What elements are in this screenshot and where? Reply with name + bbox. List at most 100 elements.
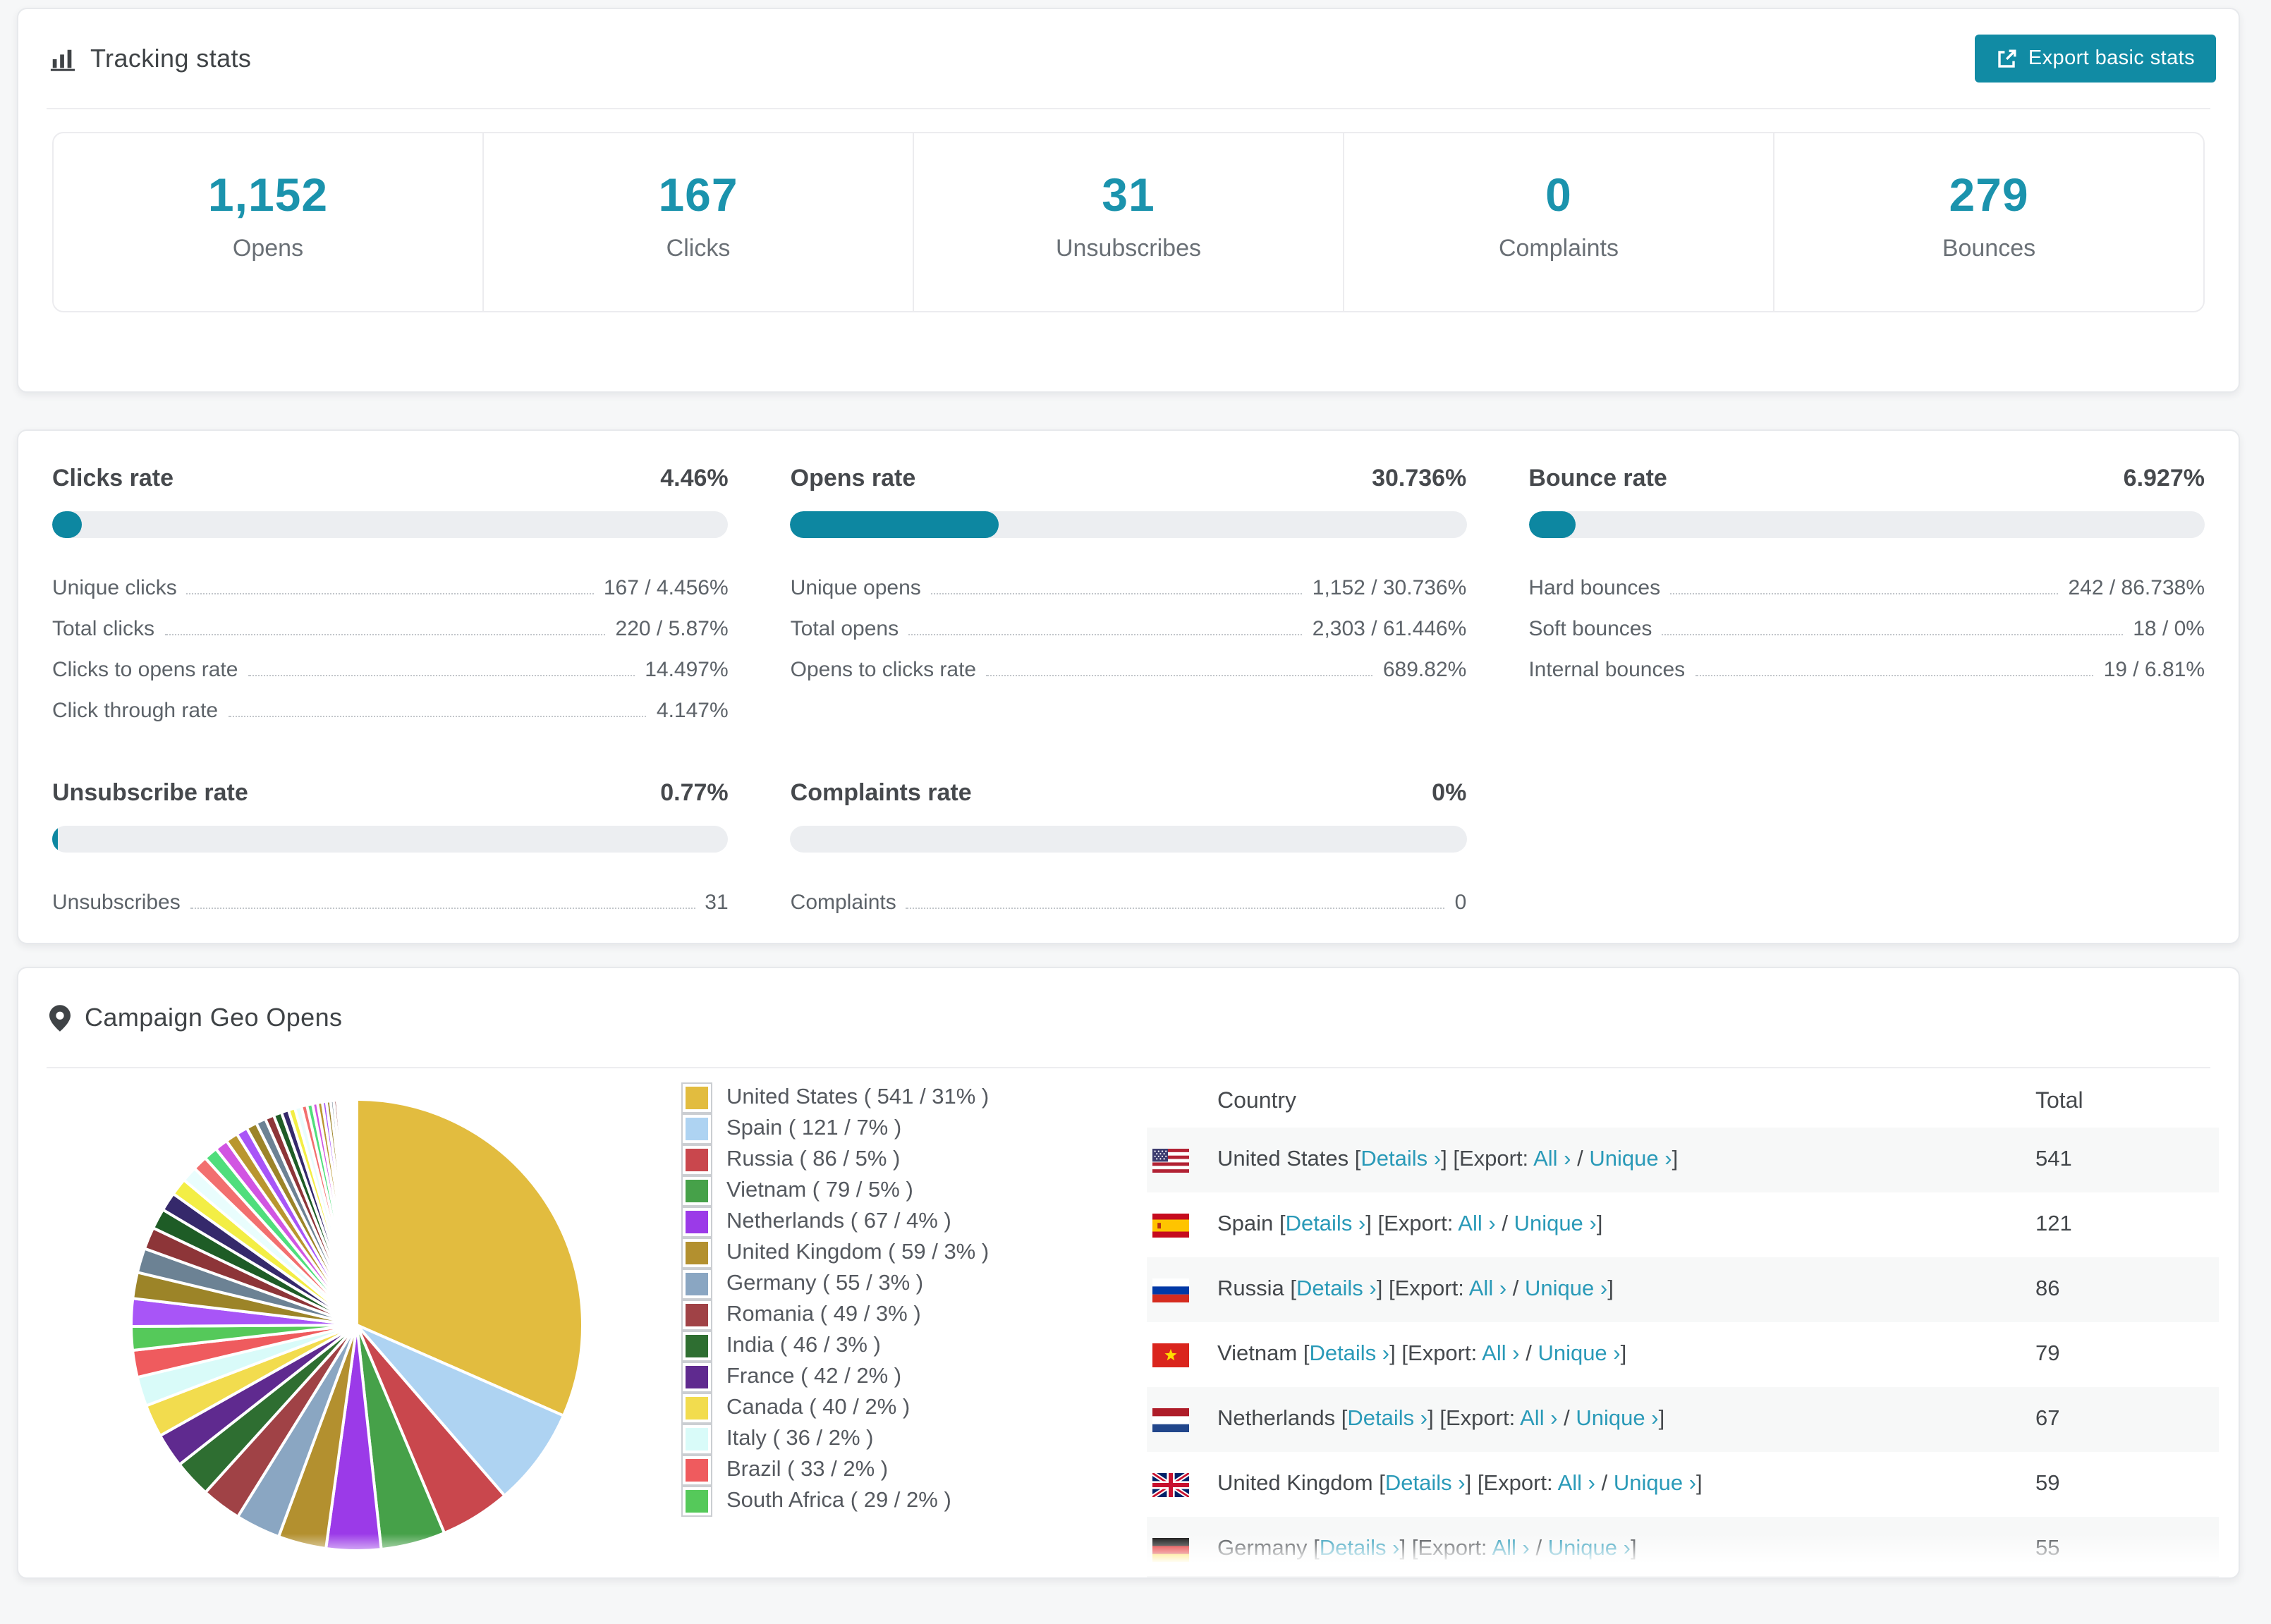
country-name: Netherlands <box>1217 1407 1336 1431</box>
legend-label: Vietnam ( 79 / 5% ) <box>726 1178 913 1202</box>
progress-bar-track <box>790 826 1467 853</box>
rate-row-value: 19 / 6.81% <box>2103 658 2205 682</box>
country-cell: United Kingdom [Details ›] [Export: All … <box>1217 1472 1703 1496</box>
rate-row-value: 2,303 / 61.446% <box>1312 617 1467 641</box>
stat-value: 31 <box>1102 169 1155 221</box>
details-link[interactable]: Details › <box>1347 1407 1427 1431</box>
geo-content: United States ( 541 / 31% ) Spain ( 121 … <box>18 1068 2239 1577</box>
export-all-link[interactable]: All › <box>1469 1277 1506 1301</box>
geo-table: Country Total United States [Details ›] … <box>1147 1077 2219 1577</box>
summary-stat: 0 Complaints <box>1344 133 1774 311</box>
flag-es-icon <box>1152 1213 1189 1237</box>
legend-item[interactable]: India ( 46 / 3% ) <box>681 1331 1065 1362</box>
rate-block-clicks: Clicks rate 4.46% Unique clicks 167 / 4.… <box>52 465 729 723</box>
rate-title: Complaints rate <box>790 779 972 806</box>
legend-label: Canada ( 40 / 2% ) <box>726 1396 911 1420</box>
total-cell: 86 <box>2035 1277 2060 1301</box>
legend-item[interactable]: Canada ( 40 / 2% ) <box>681 1393 1065 1424</box>
dotted-leader <box>248 675 635 676</box>
geo-table-header: Country Total <box>1147 1077 2219 1128</box>
flag-vn-icon <box>1152 1343 1189 1367</box>
export-unique-link[interactable]: Unique › <box>1614 1472 1696 1496</box>
export-unique-link[interactable]: Unique › <box>1589 1147 1672 1171</box>
export-button-label: Export basic stats <box>2028 47 2195 70</box>
rate-title: Clicks rate <box>52 465 173 492</box>
tracking-stats-card: Tracking stats Export basic stats 1,152 … <box>17 8 2240 393</box>
details-link[interactable]: Details › <box>1385 1472 1466 1496</box>
legend-item[interactable]: Vietnam ( 79 / 5% ) <box>681 1176 1065 1207</box>
details-link[interactable]: Details › <box>1360 1147 1441 1171</box>
rate-row: Unsubscribes 31 <box>52 874 729 915</box>
legend-item[interactable]: South Africa ( 29 / 2% ) <box>681 1486 1065 1517</box>
export-unique-link[interactable]: Unique › <box>1548 1537 1631 1561</box>
legend-item[interactable]: Russia ( 86 / 5% ) <box>681 1144 1065 1176</box>
total-cell: 59 <box>2035 1472 2060 1496</box>
export-all-link[interactable]: All › <box>1558 1472 1595 1496</box>
stat-label: Bounces <box>1942 235 2036 262</box>
progress-bar-track <box>1528 511 2205 538</box>
legend-swatch <box>681 1113 712 1144</box>
rate-row-label: Unique clicks <box>52 576 177 600</box>
geo-pie-chart <box>120 1088 594 1569</box>
legend-item[interactable]: United States ( 541 / 31% ) <box>681 1082 1065 1113</box>
rate-row: Opens to clicks rate 689.82% <box>791 641 1467 682</box>
legend-item[interactable]: Netherlands ( 67 / 4% ) <box>681 1207 1065 1238</box>
table-row: United Kingdom [Details ›] [Export: All … <box>1147 1452 2219 1517</box>
legend-swatch <box>681 1300 712 1331</box>
table-row: Vietnam [Details ›] [Export: All › / Uni… <box>1147 1322 2219 1387</box>
dotted-leader <box>986 675 1373 676</box>
legend-item[interactable]: Romania ( 49 / 3% ) <box>681 1300 1065 1331</box>
rate-row-value: 0 <box>1454 891 1467 915</box>
country-name: Spain <box>1217 1212 1274 1236</box>
details-link[interactable]: Details › <box>1320 1537 1400 1561</box>
stat-value: 1,152 <box>207 169 329 221</box>
stat-label: Complaints <box>1498 235 1619 262</box>
rate-row-value: 31 <box>705 891 729 915</box>
export-all-link[interactable]: All › <box>1492 1537 1529 1561</box>
export-all-link[interactable]: All › <box>1482 1342 1519 1366</box>
dotted-leader <box>1670 593 2059 594</box>
total-column-header: Total <box>2035 1089 2083 1113</box>
legend-item[interactable]: Germany ( 55 / 3% ) <box>681 1269 1065 1300</box>
rate-row-label: Opens to clicks rate <box>790 658 977 682</box>
rates-card: Clicks rate 4.46% Unique clicks 167 / 4.… <box>17 429 2240 944</box>
details-link[interactable]: Details › <box>1296 1277 1377 1301</box>
country-name: Germany <box>1217 1537 1308 1561</box>
legend-item[interactable]: Spain ( 121 / 7% ) <box>681 1113 1065 1144</box>
export-unique-link[interactable]: Unique › <box>1538 1342 1620 1366</box>
rate-block-bounce: Bounce rate 6.927% Hard bounces 242 / 86… <box>1528 465 2205 723</box>
rate-row-label: Total opens <box>790 617 899 641</box>
rate-value: 30.736% <box>1372 465 1467 492</box>
country-column-header: Country <box>1217 1089 1297 1113</box>
summary-stats: 1,152 Opens 167 Clicks 31 Unsubscribes 0… <box>52 132 2205 312</box>
legend-label: Italy ( 36 / 2% ) <box>726 1427 874 1451</box>
legend-item[interactable]: Italy ( 36 / 2% ) <box>681 1424 1065 1455</box>
export-all-link[interactable]: All › <box>1520 1407 1557 1431</box>
details-link[interactable]: Details › <box>1309 1342 1389 1366</box>
rate-row-label: Unique opens <box>790 576 921 600</box>
rate-row-value: 242 / 86.738% <box>2068 576 2205 600</box>
stat-label: Opens <box>232 235 304 262</box>
legend-label: South Africa ( 29 / 2% ) <box>726 1489 951 1513</box>
stat-label: Unsubscribes <box>1056 235 1201 262</box>
legend-item[interactable]: United Kingdom ( 59 / 3% ) <box>681 1238 1065 1269</box>
export-unique-link[interactable]: Unique › <box>1576 1407 1658 1431</box>
dotted-leader <box>908 634 1303 635</box>
legend-item[interactable]: Brazil ( 33 / 2% ) <box>681 1455 1065 1486</box>
country-cell: Germany [Details ›] [Export: All › / Uni… <box>1217 1537 1637 1561</box>
rate-row-label: Click through rate <box>52 699 219 723</box>
export-unique-link[interactable]: Unique › <box>1525 1277 1607 1301</box>
rate-row-label: Hard bounces <box>1528 576 1661 600</box>
rate-title: Bounce rate <box>1528 465 1667 492</box>
export-basic-stats-button[interactable]: Export basic stats <box>1974 35 2216 83</box>
total-cell: 121 <box>2035 1212 2072 1236</box>
legend-item[interactable]: France ( 42 / 2% ) <box>681 1362 1065 1393</box>
details-link[interactable]: Details › <box>1286 1212 1366 1236</box>
export-all-link[interactable]: All › <box>1533 1147 1571 1171</box>
export-unique-link[interactable]: Unique › <box>1514 1212 1597 1236</box>
progress-bar-fill <box>52 511 83 538</box>
geo-legend: United States ( 541 / 31% ) Spain ( 121 … <box>681 1082 1065 1517</box>
export-all-link[interactable]: All › <box>1458 1212 1495 1236</box>
flag-ru-icon <box>1152 1278 1189 1302</box>
geo-header: Campaign Geo Opens <box>18 968 2239 1067</box>
